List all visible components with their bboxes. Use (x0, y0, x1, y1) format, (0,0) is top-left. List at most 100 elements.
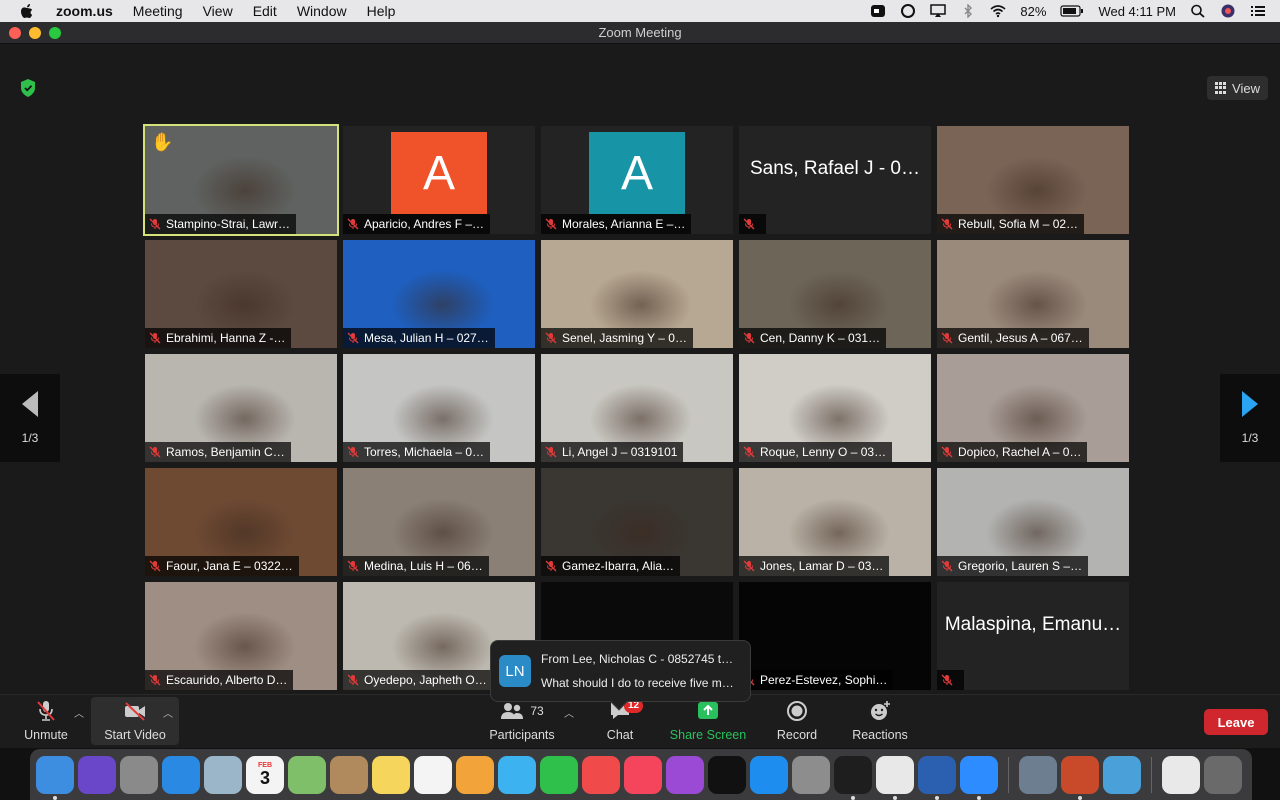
network-utility-icon[interactable] (1103, 755, 1141, 794)
powerpoint-icon[interactable] (1061, 755, 1099, 800)
participants-button[interactable]: 73 Participants (484, 695, 560, 747)
calendar-icon[interactable]: FEB 3 (246, 755, 284, 794)
siri-icon[interactable] (78, 755, 116, 794)
share-screen-button[interactable]: Share Screen (666, 695, 750, 747)
safari-icon[interactable] (162, 755, 200, 794)
participant-tile[interactable]: A Aparicio, Andres F –… (343, 126, 535, 234)
music-icon[interactable] (624, 755, 662, 794)
finder-icon[interactable] (36, 755, 74, 800)
previous-page-button[interactable]: 1/3 (0, 374, 60, 462)
participant-name: Faour, Jana E – 0322… (166, 559, 293, 573)
participants-options-caret[interactable]: ︿ (564, 705, 574, 720)
participant-tile[interactable]: Jones, Lamar D – 03… (739, 468, 931, 576)
launchpad-icon[interactable] (120, 755, 158, 794)
podcasts-icon[interactable] (666, 755, 704, 794)
audio-options-caret[interactable]: ︿ (74, 705, 84, 720)
muted-mic-icon (149, 674, 161, 686)
participant-tile[interactable]: Li, Angel J – 0319101 (541, 354, 733, 462)
participant-name-label: Morales, Arianna E –… (541, 214, 692, 234)
notification-center-icon[interactable] (1250, 4, 1266, 18)
participant-tile[interactable]: Roque, Lenny O – 03… (739, 354, 931, 462)
reactions-icon (871, 701, 890, 720)
participant-tile[interactable]: Mesa, Julian H – 027… (343, 240, 535, 348)
word-icon[interactable] (918, 755, 956, 800)
arrow-right-icon (1242, 391, 1258, 417)
maps-icon[interactable] (288, 755, 326, 794)
menu-window[interactable]: Window (297, 3, 347, 19)
bluetooth-icon[interactable] (960, 4, 976, 18)
participant-tile[interactable]: A Morales, Arianna E –… (541, 126, 733, 234)
chat-message-toast[interactable]: LN From Lee, Nicholas C - 0852745 t… Wha… (490, 640, 751, 711)
unmute-button[interactable]: Unmute (18, 695, 74, 747)
airplay-icon[interactable] (930, 4, 947, 18)
mail-stamp-icon[interactable] (204, 755, 242, 794)
participant-tile[interactable]: Faour, Jana E – 0322… (145, 468, 337, 576)
tv-icon[interactable] (708, 755, 746, 794)
participant-tile[interactable]: Senel, Jasming Y – 0… (541, 240, 733, 348)
next-page-button[interactable]: 1/3 (1220, 374, 1280, 462)
news-icon[interactable] (582, 755, 620, 794)
participant-tile[interactable]: Cen, Danny K – 031… (739, 240, 931, 348)
chrome-icon[interactable] (876, 755, 914, 800)
participant-name-label: Gregorio, Lauren S –… (937, 556, 1089, 576)
toast-message: What should I do to receive five m… (541, 676, 734, 690)
participant-avatar: A (391, 132, 487, 214)
view-button[interactable]: View (1207, 76, 1268, 100)
reminders-icon[interactable] (414, 755, 452, 794)
participant-tile[interactable]: Dopico, Rachel A – 0… (937, 354, 1129, 462)
battery-icon[interactable] (1060, 4, 1084, 18)
participant-name-label: Perez-Estevez, Sophi… (739, 670, 894, 690)
document-icon[interactable] (1162, 755, 1200, 794)
participant-tile[interactable]: Malaspina, Emanu… (937, 582, 1129, 690)
menu-clock[interactable]: Wed 4:11 PM (1098, 4, 1176, 19)
participant-name: Aparicio, Andres F –… (364, 217, 485, 231)
reactions-button[interactable]: Reactions (848, 695, 912, 747)
zoom-icon[interactable] (960, 755, 998, 800)
chat-label: Chat (606, 728, 634, 742)
participant-tile[interactable]: Torres, Michaela – 0… (343, 354, 535, 462)
menu-help[interactable]: Help (367, 3, 396, 19)
menu-meeting[interactable]: Meeting (133, 3, 183, 19)
contacts-icon[interactable] (330, 755, 368, 794)
start-video-button[interactable]: Start Video (96, 695, 174, 747)
wifi-icon[interactable] (990, 4, 1006, 18)
menu-view[interactable]: View (203, 3, 233, 19)
participant-tile[interactable]: ✋ Stampino-Strai, Lawr… (143, 124, 339, 236)
muted-mic-icon (149, 332, 161, 344)
participant-name: Mesa, Julian H – 027… (364, 331, 489, 345)
participant-tile[interactable]: Escaurido, Alberto D… (145, 582, 337, 690)
arrow-left-icon (22, 391, 38, 417)
notes-icon[interactable] (372, 755, 410, 794)
participant-tile[interactable]: Perez-Estevez, Sophi… (739, 582, 931, 690)
muted-mic-icon (545, 446, 557, 458)
encryption-shield-icon[interactable] (18, 78, 38, 98)
participant-tile[interactable]: Ramos, Benjamin C… (145, 354, 337, 462)
spotify-icon[interactable] (834, 755, 872, 800)
b-status-icon[interactable] (900, 4, 916, 18)
record-button[interactable]: Record (772, 695, 822, 747)
participant-tile[interactable]: Rebull, Sofia M – 02… (937, 126, 1129, 234)
participant-tile[interactable]: Gregorio, Lauren S –… (937, 468, 1129, 576)
trash-icon[interactable] (1204, 755, 1242, 794)
participant-tile[interactable]: Gentil, Jesus A – 067… (937, 240, 1129, 348)
spotlight-search-icon[interactable] (1190, 4, 1206, 18)
apple-icon[interactable] (18, 2, 36, 20)
user-avatar-icon[interactable] (1220, 4, 1236, 18)
menu-edit[interactable]: Edit (253, 3, 277, 19)
participant-name: Roque, Lenny O – 03… (760, 445, 887, 459)
participant-name-label: Aparicio, Andres F –… (343, 214, 491, 234)
app-store-icon[interactable] (750, 755, 788, 794)
participant-tile[interactable]: Gamez-Ibarra, Alia… (541, 468, 733, 576)
participant-tile[interactable]: Sans, Rafael J - 0… (739, 126, 931, 234)
system-preferences-icon[interactable] (792, 755, 830, 794)
app-menu-zoom[interactable]: zoom.us (56, 3, 113, 19)
messages-icon[interactable] (498, 755, 536, 794)
video-options-caret[interactable]: ︿ (163, 705, 173, 720)
zoom-status-icon[interactable] (870, 4, 886, 18)
preview-icon[interactable] (1019, 755, 1057, 794)
facetime-icon[interactable] (540, 755, 578, 794)
leave-button[interactable]: Leave (1204, 709, 1268, 735)
photos-icon[interactable] (456, 755, 494, 794)
participant-tile[interactable]: Medina, Luis H – 06… (343, 468, 535, 576)
participant-tile[interactable]: Ebrahimi, Hanna Z -… (145, 240, 337, 348)
